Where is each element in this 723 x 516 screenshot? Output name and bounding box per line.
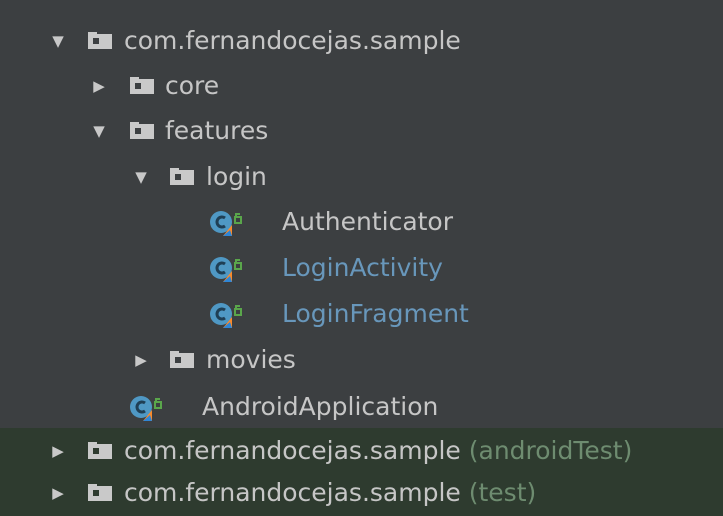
tree-row-features[interactable]: ▼ features (0, 108, 723, 154)
tree-row-package-main[interactable]: ▼ com.fernandocejas.sample (0, 18, 723, 64)
expand-arrow-icon[interactable]: ▼ (48, 18, 68, 64)
kotlin-class-icon (210, 257, 242, 282)
package-folder-icon (130, 77, 154, 94)
package-name: com.fernandocejas.sample (124, 478, 461, 507)
package-label: com.fernandocejas.sample (test) (124, 470, 536, 516)
package-folder-icon (88, 32, 112, 49)
tree-row-android-application[interactable]: AndroidApplication (0, 384, 723, 430)
collapse-arrow-icon[interactable]: ▶ (89, 63, 109, 109)
kotlin-class-icon (210, 303, 242, 328)
tree-row-login-activity[interactable]: LoginActivity (0, 245, 723, 291)
folder-label: movies (206, 345, 296, 374)
test-package-folder-icon (88, 484, 112, 501)
source-set-suffix: (androidTest) (468, 436, 633, 465)
folder-label: login (206, 162, 267, 191)
class-label: LoginFragment (282, 299, 469, 328)
test-package-folder-icon (88, 442, 112, 459)
tree-row-login-fragment[interactable]: LoginFragment (0, 291, 723, 337)
class-label: LoginActivity (282, 253, 443, 282)
package-folder-icon (170, 168, 194, 185)
class-label: AndroidApplication (202, 392, 439, 421)
package-folder-icon (170, 351, 194, 368)
class-label: Authenticator (282, 207, 454, 236)
tree-row-movies[interactable]: ▶ movies (0, 337, 723, 383)
tree-row-login[interactable]: ▼ login (0, 154, 723, 200)
package-label: com.fernandocejas.sample (androidTest) (124, 428, 632, 474)
collapse-arrow-icon[interactable]: ▶ (131, 337, 151, 383)
source-set-suffix: (test) (468, 478, 537, 507)
project-tree: ▼ com.fernandocejas.sample ▶ core ▼ feat… (0, 0, 723, 516)
collapse-arrow-icon[interactable]: ▶ (48, 428, 68, 474)
package-label: com.fernandocejas.sample (124, 26, 461, 55)
tree-row-authenticator[interactable]: Authenticator (0, 199, 723, 245)
collapse-arrow-icon[interactable]: ▶ (48, 470, 68, 516)
kotlin-class-icon (130, 396, 162, 421)
expand-arrow-icon[interactable]: ▼ (131, 154, 151, 200)
tree-row-package-android-test[interactable]: ▶ com.fernandocejas.sample (androidTest) (0, 428, 723, 474)
package-name: com.fernandocejas.sample (124, 436, 461, 465)
folder-label: core (165, 71, 220, 100)
kotlin-class-icon (210, 211, 242, 236)
tree-row-package-test[interactable]: ▶ com.fernandocejas.sample (test) (0, 470, 723, 516)
package-folder-icon (130, 122, 154, 139)
folder-label: features (165, 116, 269, 145)
tree-row-core[interactable]: ▶ core (0, 63, 723, 109)
expand-arrow-icon[interactable]: ▼ (89, 108, 109, 154)
